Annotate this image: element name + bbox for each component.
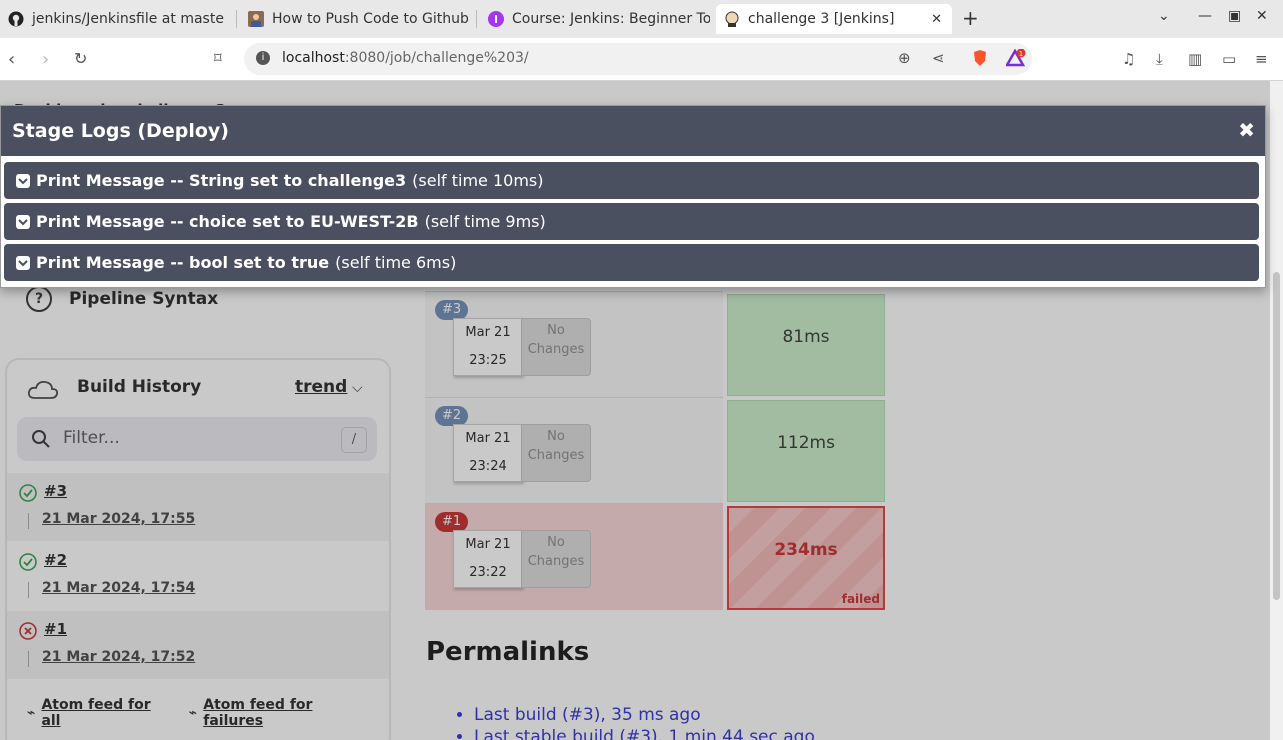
forward-icon[interactable]: ›: [42, 49, 49, 70]
address-bar[interactable]: i localhost:8080/job/challenge%203/ ⊕ ⋖ …: [244, 43, 1032, 75]
brave-rewards-icon[interactable]: 1: [1004, 48, 1026, 71]
log-entry[interactable]: Print Message -- choice set to EU-WEST-2…: [4, 203, 1259, 240]
svg-text:1: 1: [1019, 50, 1023, 58]
chevron-down-icon[interactable]: [16, 255, 30, 270]
sidebar-icon[interactable]: ▥: [1188, 50, 1202, 68]
log-entry[interactable]: Print Message -- bool set to true (self …: [4, 244, 1259, 281]
menu-icon[interactable]: ≡: [1255, 50, 1268, 68]
share-icon[interactable]: ⋖: [932, 49, 945, 67]
log-label: Print Message -- bool set to true: [36, 253, 330, 272]
reload-icon[interactable]: ↻: [74, 49, 87, 68]
github-icon: [8, 11, 24, 27]
course-icon: [488, 11, 504, 27]
url-text[interactable]: localhost:8080/job/challenge%203/: [282, 50, 529, 66]
browser-tab-bar: jenkins/Jenkinsfile at maste How to Push…: [0, 0, 1283, 38]
new-tab-icon[interactable]: +: [962, 6, 979, 30]
close-icon[interactable]: ✖: [1238, 118, 1255, 142]
maximize-icon[interactable]: ▣: [1228, 8, 1241, 24]
download-icon[interactable]: ⤓: [1156, 50, 1163, 68]
modal-header: Stage Logs (Deploy) ✖: [1, 106, 1265, 156]
window-close-icon[interactable]: ✕: [1256, 8, 1268, 24]
log-time: (self time 10ms): [412, 171, 544, 190]
wallet-icon[interactable]: ▭: [1222, 50, 1236, 68]
chevron-down-icon[interactable]: [16, 173, 30, 188]
media-icon[interactable]: ♫: [1122, 50, 1135, 68]
minimize-icon[interactable]: —: [1198, 8, 1212, 24]
tab-title: challenge 3 [Jenkins]: [748, 11, 895, 27]
scrollbar-thumb[interactable]: [1273, 272, 1280, 600]
log-entry[interactable]: Print Message -- String set to challenge…: [4, 162, 1259, 199]
tab-title: How to Push Code to Github: [272, 11, 469, 27]
tab-list-icon[interactable]: ⌄: [1158, 8, 1170, 24]
tab-title: jenkins/Jenkinsfile at maste: [32, 11, 224, 27]
log-time: (self time 6ms): [335, 253, 457, 272]
tab-jenkinsfile[interactable]: jenkins/Jenkinsfile at maste: [0, 4, 232, 34]
back-icon[interactable]: ‹: [8, 49, 15, 70]
modal-title: Stage Logs (Deploy): [12, 120, 229, 142]
log-label: Print Message -- choice set to EU-WEST-2…: [36, 212, 419, 231]
tab-challenge-3[interactable]: challenge 3 [Jenkins] ✕: [716, 4, 952, 34]
tab-course[interactable]: Course: Jenkins: Beginner To: [480, 4, 710, 34]
bookmark-icon[interactable]: ⌑: [214, 49, 222, 67]
avatar-icon: [248, 11, 264, 27]
tab-push-code[interactable]: How to Push Code to Github: [240, 4, 472, 34]
site-info-icon[interactable]: i: [256, 51, 270, 65]
jenkins-icon: [724, 11, 740, 27]
tab-title: Course: Jenkins: Beginner To: [512, 11, 710, 27]
stage-logs-modal: Stage Logs (Deploy) ✖ Print Message -- S…: [0, 105, 1266, 288]
brave-shield-icon[interactable]: [972, 49, 988, 71]
log-label: Print Message -- String set to challenge…: [36, 171, 407, 190]
log-time: (self time 9ms): [424, 212, 546, 231]
close-tab-icon[interactable]: ✕: [931, 12, 942, 27]
zoom-icon[interactable]: ⊕: [898, 49, 911, 67]
chevron-down-icon[interactable]: [16, 214, 30, 229]
